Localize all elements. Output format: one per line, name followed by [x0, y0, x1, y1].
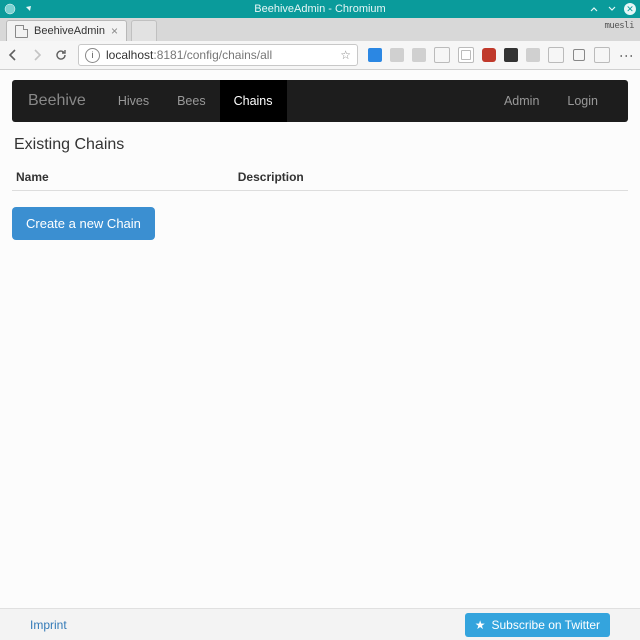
- subscribe-label: Subscribe on Twitter: [492, 618, 601, 632]
- col-description: Description: [234, 164, 628, 191]
- browser-toolbar: i localhost:8181/config/chains/all ☆ ⋮: [0, 41, 640, 70]
- extension-icon[interactable]: [458, 47, 474, 63]
- page-title: Existing Chains: [14, 136, 628, 154]
- address-bar[interactable]: i localhost:8181/config/chains/all ☆: [78, 44, 358, 66]
- browser-menu-icon[interactable]: ⋮: [620, 49, 634, 62]
- browser-tabstrip: BeehiveAdmin × muesli: [0, 18, 640, 41]
- profile-indicator[interactable]: muesli: [604, 21, 634, 31]
- extension-icon[interactable]: [368, 48, 382, 62]
- pin-icon: [22, 3, 34, 15]
- bookmark-star-icon[interactable]: ☆: [340, 48, 351, 62]
- nav-link-admin[interactable]: Admin: [490, 80, 553, 122]
- extension-icon[interactable]: [594, 47, 610, 63]
- col-name: Name: [12, 164, 234, 191]
- maximize-icon[interactable]: [606, 3, 618, 15]
- extension-icon[interactable]: [434, 47, 450, 63]
- tab-title: BeehiveAdmin: [34, 25, 105, 37]
- extension-icon[interactable]: [482, 48, 496, 62]
- app-icon: [4, 3, 16, 15]
- brand[interactable]: Beehive: [28, 92, 86, 110]
- back-icon[interactable]: [6, 48, 20, 62]
- page-icon: [15, 25, 28, 38]
- extension-icon[interactable]: [504, 48, 518, 62]
- create-chain-button[interactable]: Create a new Chain: [12, 207, 155, 240]
- minimize-icon[interactable]: [588, 3, 600, 15]
- browser-tab[interactable]: BeehiveAdmin ×: [6, 20, 127, 41]
- app-navbar: Beehive Hives Bees Chains Admin Login: [12, 80, 628, 122]
- imprint-link[interactable]: Imprint: [30, 618, 67, 632]
- new-tab-button[interactable]: [131, 20, 157, 41]
- close-icon[interactable]: ✕: [624, 3, 636, 15]
- subscribe-twitter-button[interactable]: ★ Subscribe on Twitter: [465, 613, 610, 637]
- extension-icon[interactable]: [526, 48, 540, 62]
- cast-icon[interactable]: [572, 48, 586, 62]
- page-body: Beehive Hives Bees Chains Admin Login Ex…: [0, 70, 640, 640]
- url-host: localhost: [106, 48, 153, 62]
- os-titlebar: BeehiveAdmin - Chromium ✕: [0, 0, 640, 18]
- footer: Imprint ★ Subscribe on Twitter: [0, 608, 640, 640]
- forward-icon: [30, 48, 44, 62]
- extension-icons: [368, 47, 610, 63]
- url-path: :8181/config/chains/all: [153, 48, 272, 62]
- nav-link-chains[interactable]: Chains: [220, 80, 287, 122]
- site-info-icon[interactable]: i: [85, 48, 100, 63]
- extension-icon[interactable]: [412, 48, 426, 62]
- nav-link-bees[interactable]: Bees: [163, 80, 220, 122]
- nav-link-login[interactable]: Login: [553, 80, 612, 122]
- extension-icon[interactable]: [390, 48, 404, 62]
- extension-icon[interactable]: [548, 47, 564, 63]
- os-window-title: BeehiveAdmin - Chromium: [254, 3, 385, 15]
- reload-icon[interactable]: [54, 48, 68, 62]
- nav-link-hives[interactable]: Hives: [104, 80, 163, 122]
- star-icon: ★: [475, 618, 486, 632]
- tab-close-icon[interactable]: ×: [111, 25, 118, 37]
- chains-table: Name Description: [12, 164, 628, 191]
